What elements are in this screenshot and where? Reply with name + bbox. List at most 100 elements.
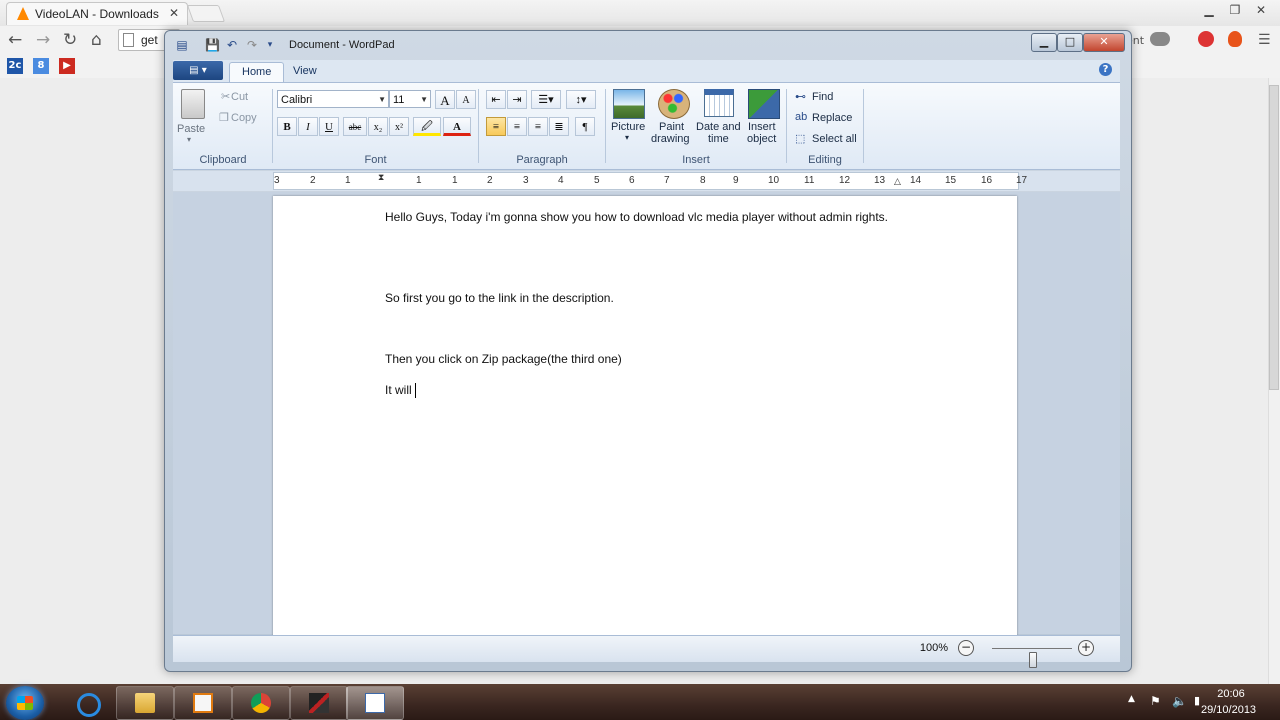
date-time-label-2[interactable]: time bbox=[708, 133, 729, 145]
superscript-button[interactable]: x² bbox=[389, 117, 409, 136]
copy-button[interactable]: Copy bbox=[231, 112, 257, 124]
taskbar-chrome[interactable] bbox=[232, 686, 290, 720]
extension-icon[interactable] bbox=[1150, 32, 1170, 46]
taskbar-internet-explorer[interactable] bbox=[58, 686, 116, 720]
new-tab-button[interactable] bbox=[186, 5, 226, 22]
action-center-flag-icon[interactable]: ⚑ bbox=[1150, 694, 1161, 708]
paste-dropdown-icon[interactable]: ▾ bbox=[187, 135, 191, 144]
font-color-button[interactable]: A bbox=[443, 117, 471, 136]
restore-icon[interactable]: ❐ bbox=[1222, 1, 1248, 19]
start-button[interactable] bbox=[6, 686, 44, 720]
right-indent-marker-icon[interactable]: △ bbox=[894, 177, 901, 187]
paint-drawing-label-1[interactable]: Paint bbox=[659, 121, 684, 133]
line-spacing-icon[interactable]: ↕▾ bbox=[566, 90, 596, 109]
font-family-select[interactable]: Calibri ▼ bbox=[277, 90, 389, 108]
align-left-icon[interactable]: ≡ bbox=[486, 117, 506, 136]
select-all-button[interactable]: Select all bbox=[812, 133, 857, 145]
italic-button[interactable]: I bbox=[298, 117, 318, 136]
calendar-icon[interactable] bbox=[704, 89, 734, 117]
paint-drawing-label-2[interactable]: drawing bbox=[651, 133, 690, 145]
minimize-icon[interactable]: ▁ bbox=[1196, 1, 1222, 19]
replace-icon[interactable]: ab bbox=[795, 111, 807, 123]
wordpad-window: ▤ 💾 ↶ ↷ ▾ Document - WordPad ▁ □ ✕ ▤ ▾ Hom… bbox=[164, 30, 1132, 672]
bookmark-google[interactable]: 8 bbox=[33, 58, 49, 74]
bookmark-2c[interactable]: 2c bbox=[7, 58, 23, 74]
tab-home[interactable]: Home bbox=[229, 62, 285, 82]
clock-time[interactable]: 20:06 bbox=[1216, 688, 1246, 700]
grow-font-button[interactable]: A bbox=[435, 90, 455, 109]
app-menu-button[interactable]: ▤ ▾ bbox=[173, 61, 223, 80]
browser-tab[interactable]: VideoLAN - Downloads ✕ bbox=[6, 2, 188, 25]
group-separator bbox=[605, 89, 606, 163]
tab-view[interactable]: View bbox=[281, 62, 329, 81]
forward-icon[interactable]: → bbox=[36, 30, 50, 50]
insert-object-label-1[interactable]: Insert bbox=[748, 121, 776, 133]
paste-label[interactable]: Paste bbox=[177, 123, 205, 135]
insert-object-label-2[interactable]: object bbox=[747, 133, 776, 145]
extension-red-icon[interactable] bbox=[1198, 31, 1214, 47]
underline-button[interactable]: U bbox=[319, 117, 339, 136]
font-size-select[interactable]: 11 ▼ bbox=[389, 90, 431, 108]
bold-button[interactable]: B bbox=[277, 117, 297, 136]
menu-icon[interactable]: ☰ bbox=[1258, 32, 1271, 48]
picture-icon[interactable] bbox=[613, 89, 645, 119]
taskbar-game[interactable] bbox=[290, 686, 348, 720]
home-icon[interactable]: ⌂ bbox=[91, 30, 102, 50]
volume-icon[interactable]: 🔈 bbox=[1172, 694, 1187, 708]
redo-icon[interactable]: ↷ bbox=[245, 38, 259, 52]
ruler-number: 16 bbox=[981, 175, 993, 186]
cut-button[interactable]: Cut bbox=[231, 91, 248, 103]
bookmark-youtube[interactable]: ▶ bbox=[59, 58, 75, 74]
paragraph-dialog-icon[interactable]: ¶ bbox=[575, 117, 595, 136]
picture-button[interactable]: Picture bbox=[611, 121, 645, 133]
bullets-icon[interactable]: ☰▾ bbox=[531, 90, 561, 109]
subscript-button[interactable]: x₂ bbox=[368, 117, 388, 136]
taskbar-wordpad[interactable] bbox=[346, 686, 404, 720]
zoom-out-icon[interactable]: − bbox=[958, 640, 974, 656]
replace-button[interactable]: Replace bbox=[812, 112, 852, 124]
select-all-icon[interactable]: ⬚ bbox=[795, 132, 805, 145]
clock-date[interactable]: 29/10/2013 bbox=[1201, 704, 1256, 716]
extension-fire-icon[interactable] bbox=[1228, 31, 1242, 47]
zoom-slider-thumb[interactable] bbox=[1029, 652, 1037, 668]
customize-quick-access-icon[interactable]: ▾ bbox=[263, 38, 277, 52]
wordpad-maximize-icon[interactable]: □ bbox=[1057, 33, 1083, 52]
close-window-icon[interactable]: ✕ bbox=[1248, 1, 1274, 19]
taskbar-media-player[interactable] bbox=[174, 686, 232, 720]
show-hidden-icons-icon[interactable]: ▲ bbox=[1128, 694, 1135, 704]
network-icon[interactable]: ▮ bbox=[1194, 694, 1200, 707]
copy-icon[interactable]: ❐ bbox=[219, 111, 229, 124]
find-button[interactable]: Find bbox=[812, 91, 833, 103]
zoom-in-icon[interactable]: + bbox=[1078, 640, 1094, 656]
align-right-icon[interactable]: ≡ bbox=[528, 117, 548, 136]
cut-icon[interactable]: ✂ bbox=[221, 90, 230, 103]
paste-icon[interactable] bbox=[181, 89, 205, 119]
align-center-icon[interactable]: ≡ bbox=[507, 117, 527, 136]
taskbar-file-explorer[interactable] bbox=[116, 686, 174, 720]
left-indent-marker-icon[interactable]: ⧗ bbox=[378, 173, 384, 183]
highlight-button[interactable]: 🖉 bbox=[413, 117, 441, 136]
document-page[interactable]: Hello Guys, Today i'm gonna show you how… bbox=[273, 196, 1017, 636]
paint-palette-icon[interactable] bbox=[658, 89, 690, 119]
zoom-slider[interactable] bbox=[992, 648, 1072, 668]
wordpad-app-icon[interactable]: ▤ bbox=[175, 38, 189, 52]
shrink-font-button[interactable]: A bbox=[456, 90, 476, 109]
justify-icon[interactable]: ≣ bbox=[549, 117, 569, 136]
strikethrough-button[interactable]: abc bbox=[343, 117, 367, 136]
help-icon[interactable]: ? bbox=[1099, 63, 1112, 76]
save-icon[interactable]: 💾 bbox=[205, 38, 220, 52]
find-binoculars-icon[interactable]: ⊷ bbox=[795, 90, 806, 103]
undo-icon[interactable]: ↶ bbox=[225, 38, 239, 52]
close-tab-icon[interactable]: ✕ bbox=[169, 6, 179, 20]
wordpad-close-icon[interactable]: ✕ bbox=[1083, 33, 1125, 52]
wordpad-minimize-icon[interactable]: ▁ bbox=[1031, 33, 1057, 52]
browser-scroll-thumb[interactable] bbox=[1269, 85, 1279, 390]
picture-dropdown-icon[interactable]: ▾ bbox=[625, 133, 629, 142]
insert-object-icon[interactable] bbox=[748, 89, 780, 119]
increase-indent-icon[interactable]: ⇥ bbox=[507, 90, 527, 109]
ruler[interactable]: 3 2 1 1 1 2 3 4 5 6 7 8 9 10 11 12 13 14… bbox=[273, 172, 1027, 190]
decrease-indent-icon[interactable]: ⇤ bbox=[486, 90, 506, 109]
reload-icon[interactable]: ↻ bbox=[63, 30, 77, 50]
back-icon[interactable]: ← bbox=[8, 30, 22, 50]
date-time-label-1[interactable]: Date and bbox=[696, 121, 741, 133]
